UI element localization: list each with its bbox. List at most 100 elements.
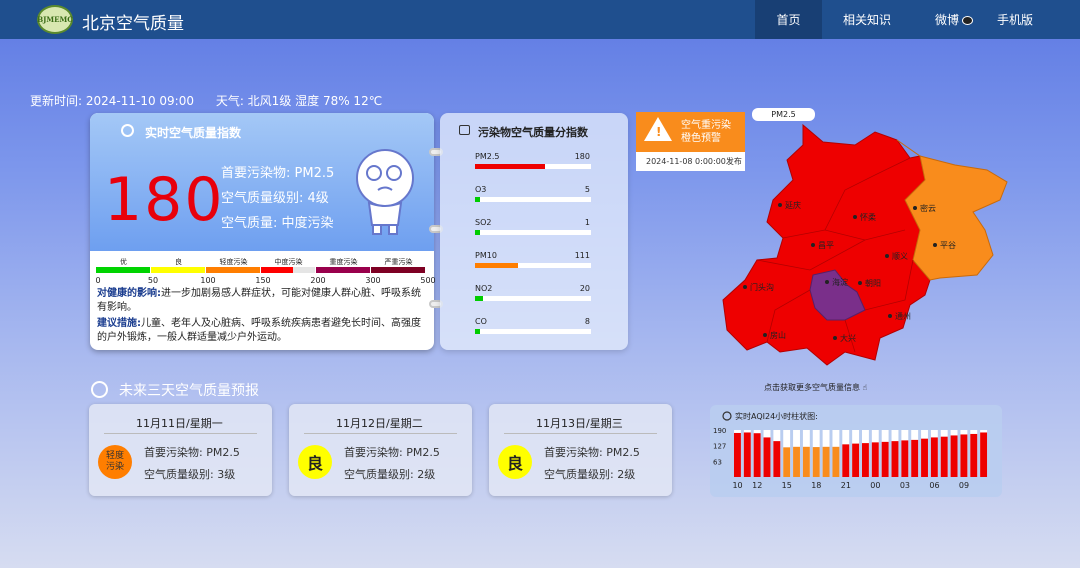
nav-weibo[interactable]: 微博 (924, 0, 984, 39)
x-tick-label: 10 (732, 481, 742, 490)
aqi-bar[interactable] (940, 436, 948, 477)
district-label: 昌平 (818, 241, 834, 250)
district-label: 通州 (895, 311, 911, 321)
primary-pollutant: 首要污染物: PM2.5 (221, 166, 335, 181)
aqi-bar[interactable] (871, 442, 879, 477)
aqi-bar[interactable] (960, 434, 968, 477)
top-header: BJMEMC 北京空气质量 首页 相关知识 微博 手机版 (0, 0, 1080, 39)
nav-knowledge-label: 相关知识 (842, 13, 891, 27)
scale-segment-fill (206, 267, 260, 273)
nav-mobile[interactable]: 手机版 (990, 0, 1040, 39)
badge-text-line2: 污染 (105, 462, 124, 472)
weather-info: 天气: 北风1级 湿度 78% 12℃ (215, 94, 383, 108)
forecast-level: 空气质量级别: 2级 (344, 468, 436, 481)
aqi-bar[interactable] (852, 443, 860, 477)
district-label: 房山 (770, 330, 786, 340)
scale-level-label: 轻度污染 (219, 258, 248, 266)
x-tick-label: 03 (900, 481, 910, 490)
pollutant-name: PM2.5 (475, 152, 500, 161)
forecast-level: 空气质量级别: 2级 (544, 468, 636, 481)
pollutant-bar-fill (475, 197, 480, 202)
aqi-bar[interactable] (773, 441, 781, 477)
forecast-pollutant: 首要污染物: PM2.5 (544, 446, 640, 459)
district-label: 门头沟 (750, 282, 774, 292)
nav-weibo-label: 微博 (934, 13, 959, 27)
aqi-bar[interactable] (802, 446, 810, 477)
forecast-title: 未来三天空气质量预报 (119, 383, 259, 399)
pollutant-bar-fill (475, 164, 545, 169)
pollutant-bar (475, 329, 591, 334)
district-label: 顺义 (892, 252, 908, 261)
aqi-bar[interactable] (921, 438, 928, 477)
y-tick-label: 190 (713, 427, 726, 435)
health-impact-label: 对健康的影响: (97, 288, 161, 299)
pollutant-name: O3 (475, 185, 487, 194)
suggested-measures: 建议措施:儿童、老年人及心脏病、呼吸系统疾病患者避免长时间、高强度的户外锻炼，一… (97, 317, 427, 345)
pollutant-bar (475, 230, 591, 235)
pollutant-name: CO (475, 317, 487, 326)
aqi-bar[interactable] (812, 447, 820, 477)
scale-segment (206, 267, 260, 273)
aqi-level: 空气质量级别: 4级 (221, 191, 329, 206)
aqi-bar[interactable] (734, 432, 741, 477)
update-time: 更新时间: 2024-11-10 09:00 (30, 94, 194, 108)
chart-title: 实时AQI24小时柱状图: (735, 411, 818, 421)
forecast-date: 11月11日/星期一 (136, 417, 223, 430)
aqi-bar[interactable] (753, 433, 761, 477)
pollutant-name: PM10 (475, 251, 497, 260)
x-tick-label: 15 (782, 481, 792, 490)
aqi-bar[interactable] (970, 433, 978, 477)
pollutant-bar-fill (475, 263, 518, 268)
x-tick-label: 00 (870, 481, 880, 490)
forecast-pollutant: 首要污染物: PM2.5 (144, 446, 240, 459)
weibo-icon (962, 16, 973, 25)
aqi-bar[interactable] (980, 432, 988, 477)
aqi-bar[interactable] (862, 443, 869, 477)
aqi-bar[interactable] (930, 437, 938, 477)
district-label: 朝阳 (865, 279, 881, 288)
aqi-level-badge: 轻度 污染 (98, 445, 132, 479)
aqi-bar[interactable] (783, 447, 791, 477)
aqi-bar[interactable] (763, 437, 771, 477)
aqi-bar[interactable] (950, 435, 958, 477)
nav-home[interactable]: 首页 (755, 0, 822, 39)
nav-mobile-label: 手机版 (996, 13, 1033, 27)
forecast-divider (104, 433, 257, 434)
cloud-icon (121, 124, 134, 137)
scale-tick: 150 (255, 276, 271, 285)
x-tick-label: 12 (752, 481, 762, 490)
nav-knowledge[interactable]: 相关知识 (828, 0, 906, 39)
scale-tick: 100 (200, 276, 216, 285)
pollutant-bar-fill (475, 329, 480, 334)
grid-icon (459, 125, 470, 135)
site-logo[interactable]: BJMEMC (37, 5, 73, 34)
warning-exclamation: ! (656, 125, 662, 139)
aqi-bar[interactable] (881, 441, 889, 477)
aqi-bar[interactable] (891, 441, 899, 477)
aqi-level-badge: 良 (498, 445, 532, 479)
logo-text: BJMEMC (37, 15, 73, 24)
aqi-bar[interactable] (832, 446, 840, 477)
aqi-bar[interactable] (911, 439, 919, 477)
beijing-map[interactable]: 延庆 怀柔 密云 平谷 顺义 昌平 门头沟 海淀 朝阳 通州 房山 大兴 (715, 120, 1015, 385)
pollutant-bar (475, 263, 591, 268)
aqi-bar[interactable] (793, 446, 800, 477)
aqi-bar[interactable] (743, 432, 751, 477)
scale-segment (371, 267, 425, 273)
forecast-level: 空气质量级别: 3级 (144, 468, 236, 481)
aqi-value: 180 (104, 165, 225, 235)
aqi-bar[interactable] (842, 444, 850, 477)
district-label: 大兴 (840, 333, 856, 343)
aqi-card-title: 实时空气质量指数 (145, 126, 242, 140)
hourly-aqi-chart: 实时AQI24小时柱状图: 190 127 63 10 12 15 18 21 00 03 06 09 (713, 411, 988, 490)
aqi-quality: 空气质量: 中度污染 (221, 216, 334, 231)
aqi-bar[interactable] (822, 446, 830, 477)
scale-segment-fill (151, 267, 205, 273)
scale-level-label: 良 (175, 258, 182, 266)
map-caption-text: 点击获取更多空气质量信息 (764, 383, 860, 392)
district-label: 平谷 (940, 241, 956, 250)
aqi-bar[interactable] (901, 440, 909, 477)
scale-level-label: 优 (120, 258, 127, 266)
map-caption[interactable]: 点击获取更多空气质量信息 ☝ (764, 382, 867, 393)
site-title: 北京空气质量 (82, 14, 184, 34)
